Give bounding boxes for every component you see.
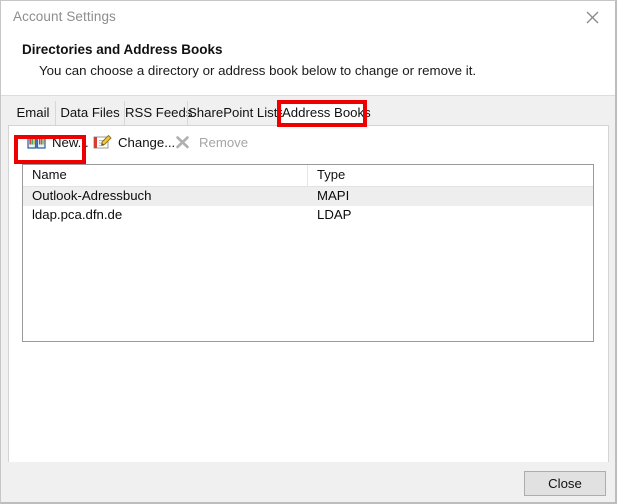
close-icon [586, 11, 599, 24]
open-book-icon [27, 134, 47, 151]
tab-strip: Email Data Files RSS Feeds SharePoint Li… [1, 97, 615, 127]
list-header-row: Name Type [23, 165, 593, 187]
cell-name: Outlook-Adressbuch [32, 188, 152, 203]
cell-name: ldap.pca.dfn.de [32, 207, 123, 222]
content-panel: New... Change... Remove Name Type Outloo… [8, 125, 609, 463]
table-row[interactable]: ldap.pca.dfn.de LDAP [23, 206, 593, 225]
dialog-footer: Close [1, 462, 615, 502]
column-header-name[interactable]: Name [23, 165, 308, 186]
change-button-label: Change... [118, 135, 176, 150]
tab-email[interactable]: Email [11, 101, 55, 126]
cell-type: LDAP [317, 207, 352, 222]
edit-card-icon [93, 134, 113, 151]
tab-rss-feeds[interactable]: RSS Feeds [124, 101, 192, 126]
account-settings-dialog: Account Settings Directories and Address… [0, 0, 617, 504]
window-close-button[interactable] [570, 1, 615, 31]
page-title: Directories and Address Books [22, 42, 223, 57]
new-button-label: New... [52, 135, 89, 150]
dialog-header: Directories and Address Books You can ch… [1, 32, 615, 96]
window-title: Account Settings [13, 9, 116, 24]
x-cross-icon [174, 134, 194, 151]
remove-button-label: Remove [199, 135, 249, 150]
cell-type: MAPI [317, 188, 350, 203]
page-description: You can choose a directory or address bo… [39, 63, 477, 78]
column-header-type[interactable]: Type [308, 165, 593, 186]
tab-address-books[interactable]: Address Books [282, 100, 371, 127]
table-row[interactable]: Outlook-Adressbuch MAPI [23, 187, 593, 206]
tab-data-files[interactable]: Data Files [55, 101, 124, 126]
title-bar: Account Settings [1, 1, 615, 32]
close-button[interactable]: Close [524, 471, 606, 496]
toolbar: New... Change... Remove [9, 126, 608, 159]
tab-sharepoint-lists[interactable]: SharePoint Lists [187, 101, 284, 126]
address-books-list[interactable]: Name Type Outlook-Adressbuch MAPI ldap.p… [22, 164, 594, 342]
